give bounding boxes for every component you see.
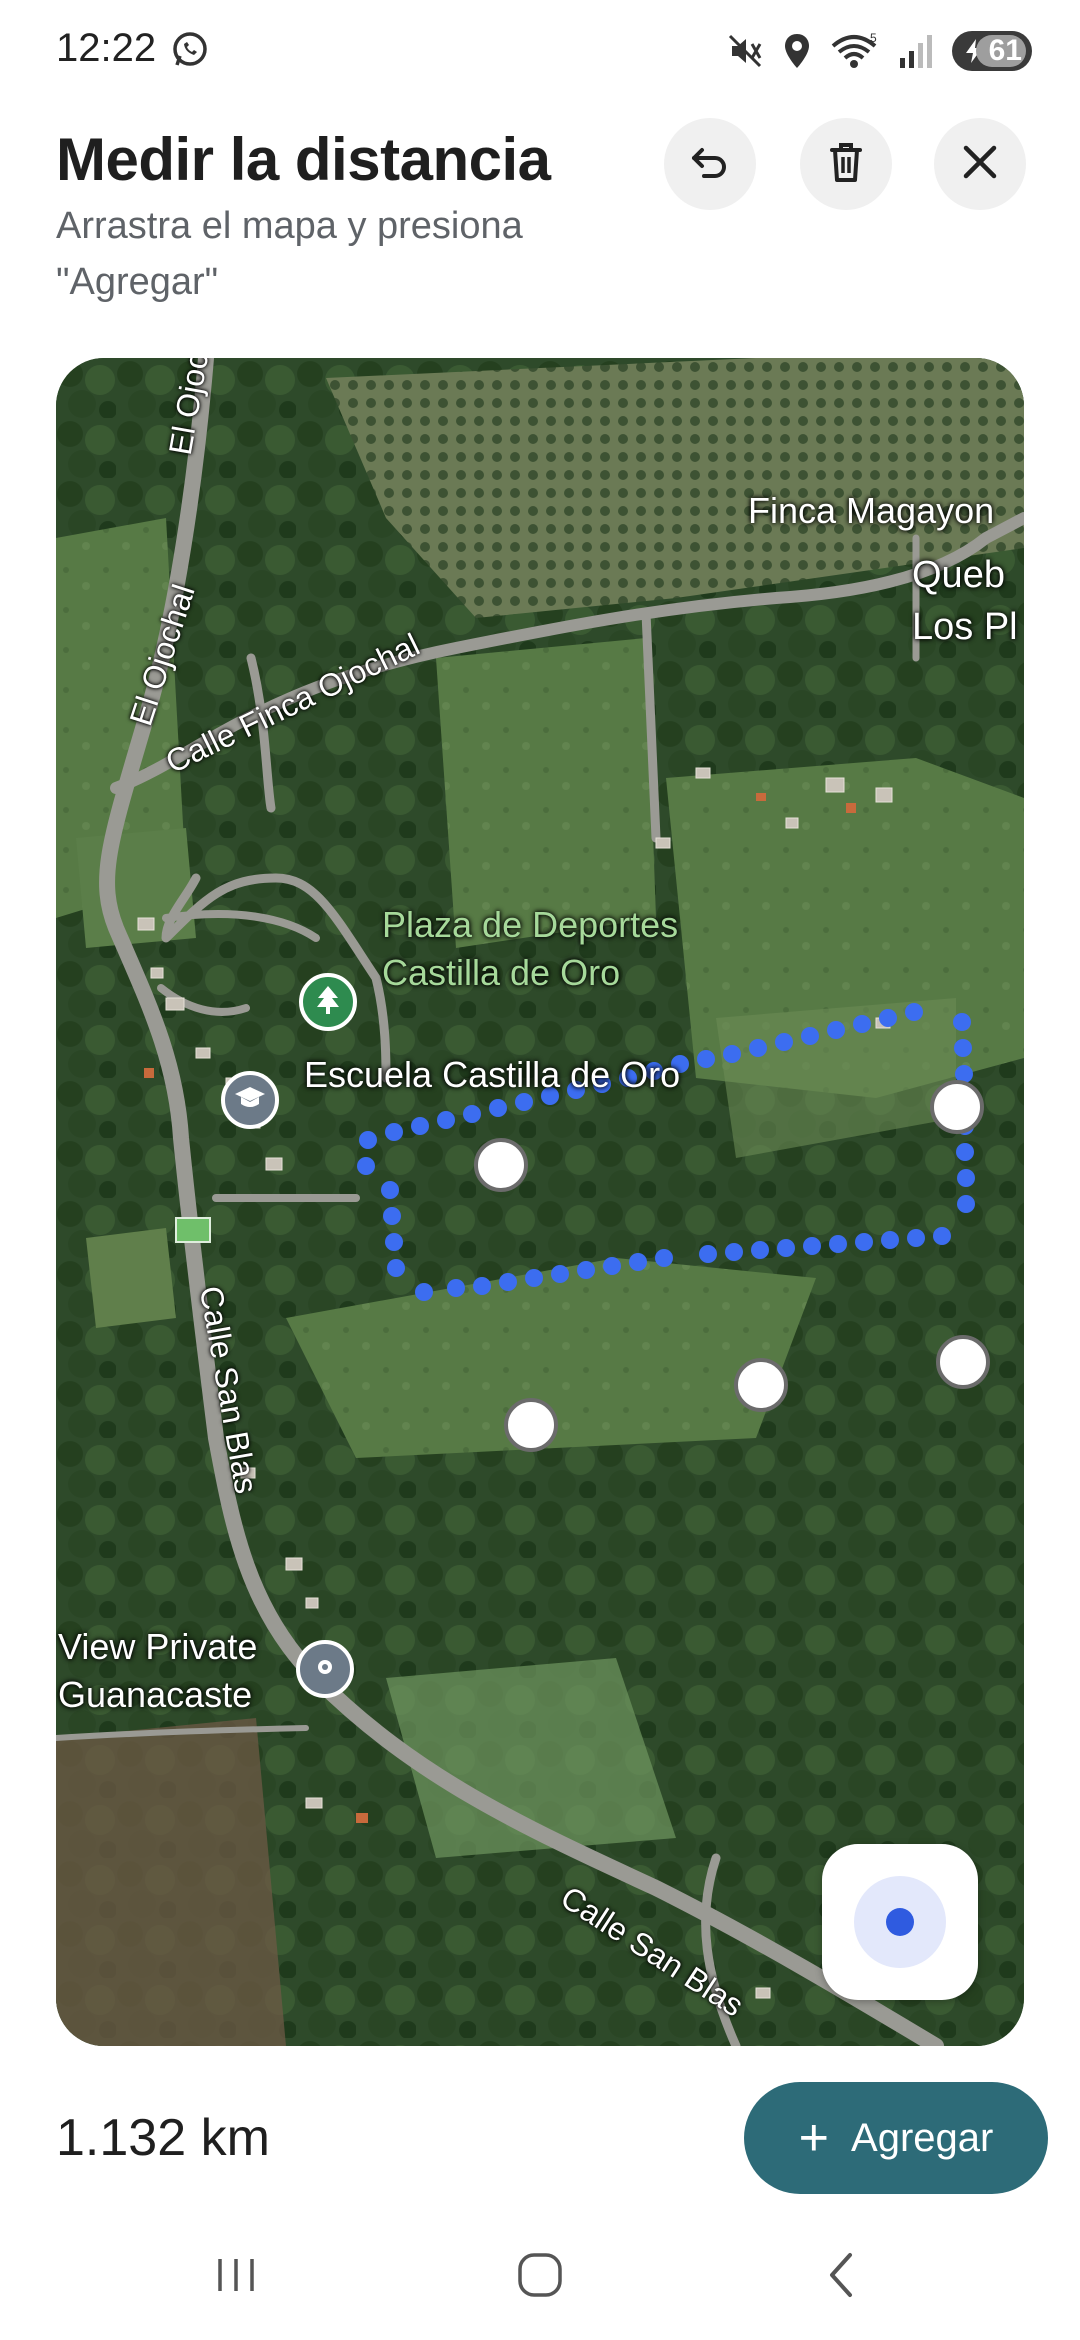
undo-icon [688,140,732,189]
place-label-view-line2: Guanacaste [58,1674,253,1715]
recent-apps-icon [214,2255,258,2300]
battery-level: 61 [988,34,1022,67]
school-icon [234,1085,266,1116]
place-label-finca-magayon: Finca Magayon [748,490,995,531]
trash-icon [826,140,866,189]
my-location-button[interactable] [822,1844,978,2000]
measure-point[interactable] [504,1398,558,1452]
place-label-los-pl: Los Pl [912,606,1018,648]
svg-text:5: 5 [870,32,877,45]
place-label-plaza-line2: Castilla de Oro [382,952,621,993]
plus-icon: + [798,2109,830,2167]
status-bar: 12:22 5 61 [0,0,1080,100]
recent-apps-button[interactable] [196,2242,276,2312]
place-label-plaza-line1: Plaza de Deportes [382,904,679,945]
delete-button[interactable] [800,118,892,210]
satellite-map[interactable]: Finca Magayon Queb Los Pl Plaza de Depor… [56,358,1024,2046]
my-location-icon [854,1876,946,1968]
home-button[interactable] [500,2242,580,2312]
mute-icon [726,32,764,70]
home-icon [516,2251,564,2304]
measure-point[interactable] [474,1138,528,1192]
battery-icon: 61 [952,31,1032,71]
page-subtitle: Arrastra el mapa y presiona "Agregar" [56,205,523,303]
park-marker[interactable] [299,973,357,1031]
back-button[interactable] [802,2242,882,2312]
whatsapp-icon [170,30,210,70]
status-time: 12:22 [56,26,157,70]
system-navigation-bar [0,2220,1080,2340]
location-icon [782,32,812,70]
measure-point[interactable] [930,1080,984,1134]
school-marker[interactable] [221,1071,279,1129]
wifi-icon: 5 [830,32,880,70]
signal-icon [898,32,934,70]
measure-point[interactable] [734,1358,788,1412]
undo-button[interactable] [664,118,756,210]
place-label-queb: Queb [912,554,1005,596]
page-title: Medir la distancia [56,126,551,193]
pin-icon [315,1657,335,1682]
place-label-view-line1: View Private [58,1626,258,1667]
place-marker[interactable] [296,1640,354,1698]
tree-icon [315,985,341,1020]
measure-point[interactable] [936,1335,990,1389]
add-point-button[interactable]: + Agregar [744,2082,1048,2194]
distance-value: 1.132 km [56,2109,270,2167]
place-label-escuela: Escuela Castilla de Oro [304,1054,681,1095]
close-button[interactable] [934,118,1026,210]
back-icon [824,2251,860,2304]
map-imagery [56,358,1024,2046]
add-point-label: Agregar [851,2115,994,2160]
close-icon [960,142,1000,187]
